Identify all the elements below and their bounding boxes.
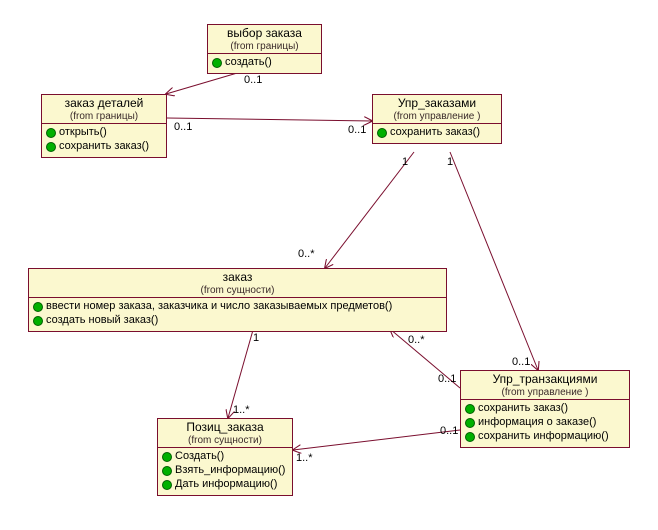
mult-label: 0..* (298, 248, 315, 260)
mult-label: 0..1 (174, 121, 192, 133)
connectors-layer (0, 0, 658, 530)
mult-label: 0..1 (244, 74, 262, 86)
class-transaction-manager: Упр_транзакциями (from управление ) сохр… (460, 370, 630, 448)
mult-label: 0..* (408, 334, 425, 346)
class-methods: ввести номер заказа, заказчика и число з… (29, 298, 446, 331)
method-row: открыть() (46, 126, 162, 140)
class-stereotype: (from границы) (212, 41, 317, 53)
operation-icon (46, 142, 56, 152)
mult-label: 1 (402, 156, 408, 168)
class-title: выбор заказа (212, 27, 317, 41)
class-title: заказ деталей (46, 97, 162, 111)
class-stereotype: (from управление ) (377, 111, 497, 123)
class-methods: сохранить заказ() (373, 124, 501, 143)
operation-icon (162, 480, 172, 490)
method-label: сохранить заказ() (59, 140, 149, 154)
method-label: информация о заказе() (478, 416, 596, 430)
mult-label: 0..1 (440, 425, 458, 437)
method-label: сохранить заказ() (390, 126, 480, 140)
assoc-ordermgr-to-txnmgr (450, 152, 538, 370)
method-label: создать новый заказ() (46, 314, 158, 328)
mult-label: 0..1 (348, 124, 366, 136)
class-stereotype: (from границы) (46, 111, 162, 123)
method-row: ввести номер заказа, заказчика и число з… (33, 300, 442, 314)
mult-label: 1 (253, 332, 259, 344)
operation-icon (33, 316, 43, 326)
operation-icon (162, 452, 172, 462)
assoc-ordermgr-to-order (325, 152, 414, 268)
class-order-position: Позиц_заказа (from сущности) Создать()Вз… (157, 418, 293, 496)
mult-label: 0..1 (512, 356, 530, 368)
method-label: Создать() (175, 450, 224, 464)
class-stereotype: (from сущности) (162, 435, 288, 447)
method-label: открыть() (59, 126, 107, 140)
class-order-manager: Упр_заказами (from управление ) сохранит… (372, 94, 502, 144)
method-row: сохранить заказ() (465, 402, 625, 416)
class-methods: сохранить заказ()информация о заказе()со… (461, 400, 629, 446)
class-stereotype: (from управление ) (465, 387, 625, 399)
mult-label: 1..* (233, 404, 250, 416)
method-row: создать новый заказ() (33, 314, 442, 328)
method-label: создать() (225, 56, 272, 70)
operation-icon (377, 128, 387, 138)
class-methods: создать() (208, 54, 321, 73)
method-row: Дать информацию() (162, 478, 288, 492)
operation-icon (33, 302, 43, 312)
class-methods: открыть()сохранить заказ() (42, 124, 166, 157)
assoc-txnmgr-to-position (293, 430, 460, 450)
class-order-select: выбор заказа (from границы) создать() (207, 24, 322, 74)
class-order-details: заказ деталей (from границы) открыть()со… (41, 94, 167, 158)
method-row: сохранить заказ() (46, 140, 162, 154)
operation-icon (465, 432, 475, 442)
method-label: ввести номер заказа, заказчика и число з… (46, 300, 392, 314)
method-row: сохранить информацию() (465, 430, 625, 444)
operation-icon (162, 466, 172, 476)
class-title: Позиц_заказа (162, 421, 288, 435)
class-title: Упр_транзакциями (465, 373, 625, 387)
method-row: информация о заказе() (465, 416, 625, 430)
method-label: сохранить заказ() (478, 402, 568, 416)
method-row: Создать() (162, 450, 288, 464)
class-methods: Создать()Взять_информацию()Дать информац… (158, 448, 292, 494)
class-order: заказ (from сущности) ввести номер заказ… (28, 268, 447, 332)
mult-label: 0..1 (438, 373, 456, 385)
method-row: создать() (212, 56, 317, 70)
mult-label: 1..* (296, 452, 313, 464)
operation-icon (212, 58, 222, 68)
mult-label: 1 (447, 156, 453, 168)
operation-icon (465, 418, 475, 428)
method-label: Дать информацию() (175, 478, 277, 492)
assoc-select-to-details (166, 71, 244, 94)
class-stereotype: (from сущности) (33, 285, 442, 297)
assoc-details-to-ordermgr (167, 118, 372, 121)
class-title: заказ (33, 271, 442, 285)
operation-icon (465, 404, 475, 414)
method-row: сохранить заказ() (377, 126, 497, 140)
operation-icon (46, 128, 56, 138)
method-label: Взять_информацию() (175, 464, 285, 478)
method-row: Взять_информацию() (162, 464, 288, 478)
method-label: сохранить информацию() (478, 430, 609, 444)
class-title: Упр_заказами (377, 97, 497, 111)
